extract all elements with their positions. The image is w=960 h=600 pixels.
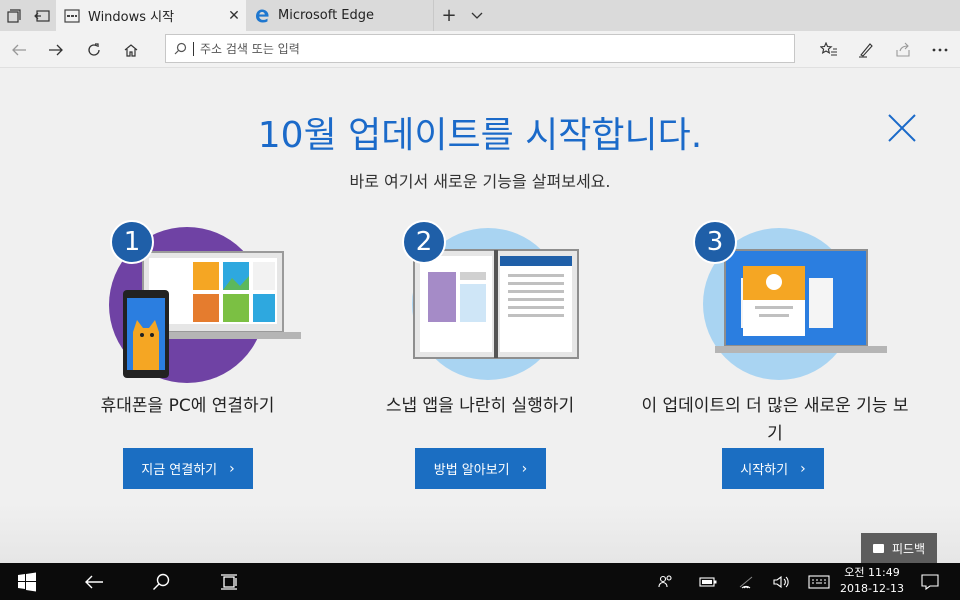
action-center-icon[interactable] [916,563,944,600]
feature-label-3: 이 업데이트의 더 많은 새로운 기능 보 기 [625,392,925,448]
step-badge-3: 3 [693,220,737,264]
wifi-icon[interactable] [735,563,757,600]
feature-label-3-line1: 이 업데이트의 더 많은 새로운 기능 보 [641,396,909,416]
tab-windows-start[interactable]: Windows 시작 ✕ [56,0,246,31]
volume-icon[interactable] [771,563,793,600]
get-started-button[interactable]: 시작하기 › [722,448,824,489]
button-label: 방법 알아보기 [433,463,510,478]
page-favicon-icon [64,8,80,24]
system-clock[interactable]: 오전 11:49 2018-12-13 [836,565,908,597]
windows-start-icon[interactable] [0,563,54,600]
clock-time: 오전 11:49 [844,566,900,579]
feedback-label: 피드백 [891,541,926,556]
chevron-right-icon: › [800,460,806,477]
chevron-right-icon: › [229,460,235,477]
share-icon[interactable] [888,35,918,65]
page-subtitle: 바로 여기서 새로운 기능을 살펴보세요. [349,172,611,191]
tabs-aside-icon[interactable] [28,0,56,31]
chevron-right-icon: › [521,460,528,477]
feature-label-1: 휴대폰을 PC에 연결하기 [100,396,275,416]
learn-how-button[interactable]: 방법 알아보기 › [415,448,546,489]
home-icon[interactable] [116,35,146,65]
feedback-chat-icon [872,543,884,553]
task-view-icon[interactable] [205,563,253,600]
search-icon[interactable] [137,563,185,600]
close-icon[interactable] [884,110,920,146]
people-icon[interactable] [655,563,677,600]
back-arrow-icon[interactable] [70,563,118,600]
forward-arrow-icon[interactable] [41,35,71,65]
new-tab-plus-icon[interactable]: + [434,0,464,31]
taskbar: 오전 11:49 2018-12-13 [0,563,960,600]
button-label: 시작하기 [740,463,789,478]
button-label: 지금 연결하기 [141,463,218,478]
edge-logo-icon [254,8,270,24]
feedback-button[interactable]: 피드백 [861,533,937,563]
favorites-star-icon[interactable] [814,35,844,65]
feature-label-2: 스냅 앱을 나란히 실행하기 [385,396,575,416]
refresh-icon[interactable] [79,35,109,65]
tab-microsoft-edge[interactable]: Microsoft Edge [246,0,434,31]
navigation-bar: 주소 검색 또는 입력 [0,31,960,68]
tab-title: Microsoft Edge [278,8,375,23]
clock-date: 2018-12-13 [840,582,904,595]
text-cursor [193,41,194,56]
connect-now-button[interactable]: 지금 연결하기 › [123,448,253,489]
step-badge-2: 2 [402,220,446,264]
page-bottom-fade [0,503,960,563]
feature-label-3-line2: 기 [767,424,783,444]
tab-set-aside-icon[interactable] [0,0,28,31]
address-bar[interactable]: 주소 검색 또는 입력 [165,34,795,63]
address-placeholder: 주소 검색 또는 입력 [200,42,300,56]
page-content: 10월 업데이트를 시작합니다. 바로 여기서 새로운 기능을 살펴보세요. 1 [0,68,960,563]
step-badge-1: 1 [110,220,154,264]
battery-icon[interactable] [697,563,719,600]
tab-close-icon[interactable]: ✕ [222,4,246,28]
pen-notes-icon[interactable] [851,35,881,65]
page-title: 10월 업데이트를 시작합니다. [257,115,703,156]
back-arrow-icon[interactable] [4,35,34,65]
chevron-down-icon[interactable] [464,0,490,31]
tab-strip: Windows 시작 ✕ Microsoft Edge + [0,0,960,31]
touch-keyboard-icon[interactable] [805,563,833,600]
search-icon [174,42,187,55]
more-ellipsis-icon[interactable] [925,35,955,65]
tab-title: Windows 시작 [88,10,175,25]
